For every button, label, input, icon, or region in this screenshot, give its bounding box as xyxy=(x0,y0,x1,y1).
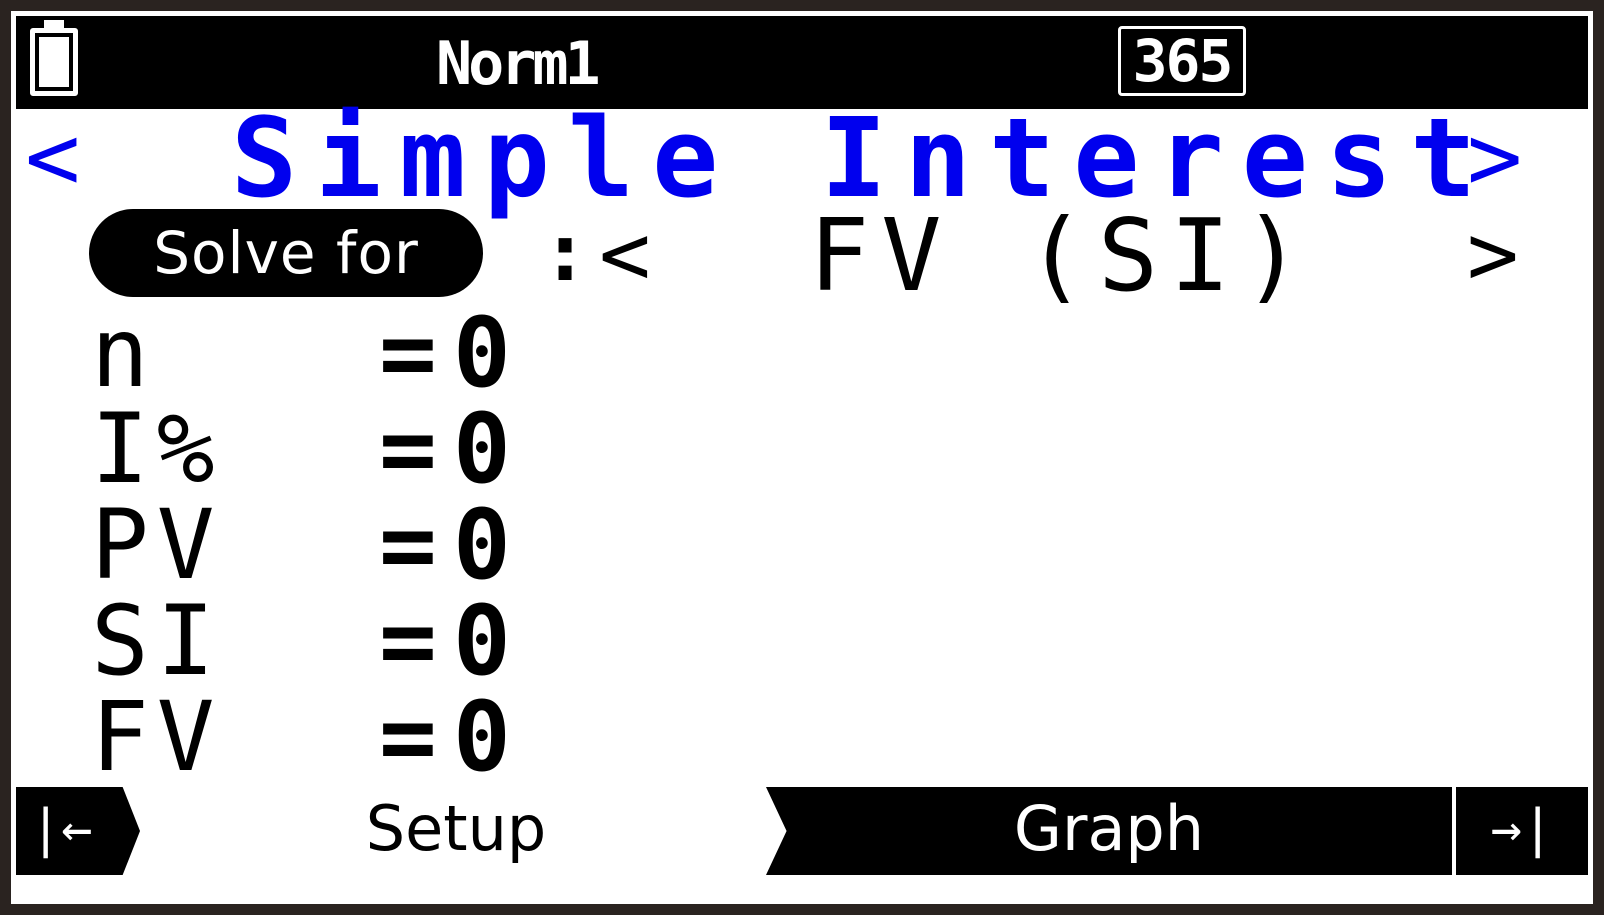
variable-row-pv[interactable]: PV = 0 xyxy=(11,497,1593,593)
variable-value[interactable]: 0 xyxy=(453,497,511,593)
solve-for-value[interactable]: FV (SI) xyxy=(809,206,1314,306)
solve-for-prev-arrow[interactable]: < xyxy=(599,207,651,303)
variable-name: SI xyxy=(91,585,223,697)
next-calculation-arrow[interactable]: > xyxy=(1467,109,1522,207)
title-row: < Simple Interest > xyxy=(11,103,1593,213)
previous-calculation-arrow[interactable]: < xyxy=(25,109,80,207)
equals-sign: = xyxy=(379,681,437,793)
graph-key[interactable]: Graph xyxy=(766,787,1452,875)
mode-indicator: Norm1 xyxy=(436,29,601,99)
variable-row-n[interactable]: n = 0 xyxy=(11,305,1593,401)
days-mode-badge: 365 xyxy=(1118,26,1246,96)
equals-sign: = xyxy=(379,585,437,697)
variable-value[interactable]: 0 xyxy=(453,401,511,497)
variable-name: PV xyxy=(91,489,223,601)
variable-row-si[interactable]: SI = 0 xyxy=(11,593,1593,689)
equals-sign: = xyxy=(379,489,437,601)
calculator-screen: Norm1 365 < Simple Interest > Solve for … xyxy=(11,11,1593,904)
solve-for-label: Solve for xyxy=(89,209,483,297)
variable-value[interactable]: 0 xyxy=(453,305,511,401)
variable-name: FV xyxy=(91,681,223,793)
variable-name: n xyxy=(91,297,157,409)
equals-sign: = xyxy=(379,393,437,505)
solve-for-colon: : xyxy=(541,206,590,299)
variable-value[interactable]: 0 xyxy=(453,593,511,689)
battery-icon xyxy=(30,20,78,96)
jump-to-start-key[interactable]: |← xyxy=(16,787,140,875)
function-key-bar: |← Setup Graph →| xyxy=(16,787,1588,875)
variable-name: I% xyxy=(91,393,223,505)
equals-sign: = xyxy=(379,297,437,409)
solve-for-next-arrow[interactable]: > xyxy=(1467,207,1519,303)
solve-for-row: Solve for : < FV (SI) > xyxy=(11,206,1593,306)
variable-row-i-percent[interactable]: I% = 0 xyxy=(11,401,1593,497)
variable-value[interactable]: 0 xyxy=(453,689,511,785)
jump-to-end-key[interactable]: →| xyxy=(1456,787,1588,875)
setup-key[interactable]: Setup xyxy=(146,787,766,875)
variable-row-fv[interactable]: FV = 0 xyxy=(11,689,1593,785)
